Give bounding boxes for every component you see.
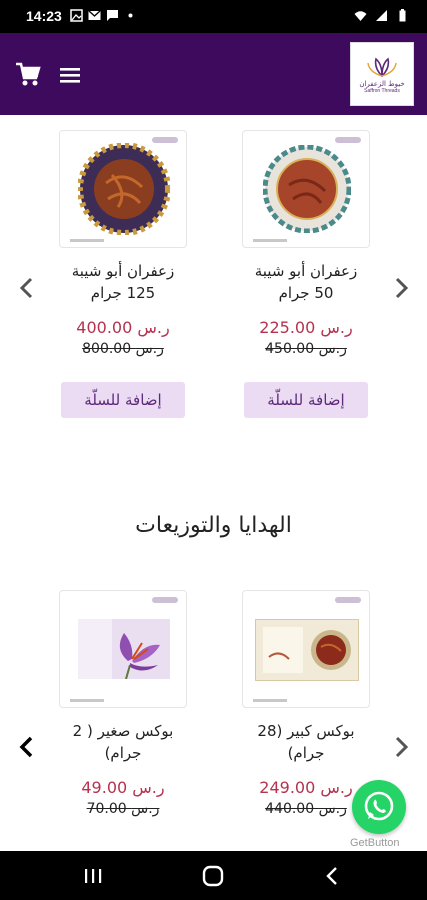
logo-text-en: Saffron Threads	[364, 88, 400, 94]
cart-icon[interactable]	[14, 61, 42, 89]
whatsapp-button[interactable]	[352, 780, 406, 834]
signal-icon	[376, 10, 387, 21]
product-name[interactable]: بوكس كبير (28 جرام)	[242, 720, 370, 764]
product-name[interactable]: زعفران أبو شيبة 50 جرام	[242, 260, 370, 304]
carousel-prev-arrow-icon[interactable]	[14, 734, 40, 760]
brand-logo[interactable]: خيوط الزعفران Saffron Threads	[350, 42, 414, 106]
product-old-price: 440.00 ر.س	[265, 801, 347, 817]
gmail-icon	[88, 10, 101, 20]
product-card[interactable]: زعفران أبو شيبة 125 جرام 400.00 ر.س 800.…	[59, 130, 187, 418]
product-price: 400.00 ر.س	[76, 318, 170, 337]
product-price: 249.00 ر.س	[259, 778, 353, 797]
product-name[interactable]: زعفران أبو شيبة 125 جرام	[59, 260, 187, 304]
product-card[interactable]: زعفران أبو شيبة 50 جرام 225.00 ر.س 450.0…	[242, 130, 370, 418]
notification-icons	[70, 9, 137, 22]
app-header: خيوط الزعفران Saffron Threads	[0, 33, 427, 115]
menu-icon[interactable]	[58, 63, 82, 87]
saffron-flower-icon	[367, 57, 397, 78]
dot-icon	[128, 13, 133, 18]
product-old-price: 70.00 ر.س	[86, 801, 160, 817]
message-icon	[107, 10, 118, 21]
add-to-cart-button[interactable]: إضافة للسلّة	[61, 382, 185, 418]
product-image[interactable]	[59, 590, 187, 708]
carousel-prev-arrow-icon[interactable]	[14, 275, 40, 301]
status-bar: 14:23	[0, 0, 427, 33]
gift-box-image	[255, 619, 359, 681]
section-title: الهدايا والتوزيعات	[135, 513, 292, 538]
image-icon	[70, 9, 83, 22]
main-content: زعفران أبو شيبة 50 جرام 225.00 ر.س 450.0…	[0, 115, 427, 851]
add-to-cart-button[interactable]: إضافة للسلّة	[244, 382, 368, 418]
saffron-plate-image	[263, 145, 351, 233]
system-nav-bar	[0, 851, 427, 900]
getbutton-label: GetButton	[350, 837, 400, 849]
home-icon[interactable]	[200, 863, 226, 889]
product-name[interactable]: بوكس صغير ( 2 جرام)	[59, 720, 187, 764]
logo-text-ar: خيوط الزعفران	[359, 80, 405, 88]
product-image[interactable]	[242, 590, 370, 708]
product-image[interactable]	[242, 130, 370, 248]
saffron-flower-box-image	[78, 619, 170, 679]
system-icons	[354, 9, 409, 22]
product-price: 49.00 ر.س	[81, 778, 165, 797]
product-image[interactable]	[59, 130, 187, 248]
battery-icon	[399, 9, 406, 22]
product-old-price: 800.00 ر.س	[82, 341, 164, 357]
carousel-next-arrow-icon[interactable]	[388, 275, 414, 301]
product-old-price: 450.00 ر.س	[265, 341, 347, 357]
wifi-icon	[354, 11, 367, 21]
product-card[interactable]: بوكس كبير (28 جرام) 249.00 ر.س 440.00 ر.…	[242, 590, 370, 817]
whatsapp-icon	[364, 791, 394, 821]
status-time: 14:23	[26, 8, 62, 24]
product-card[interactable]: بوكس صغير ( 2 جرام) 49.00 ر.س 70.00 ر.س	[59, 590, 187, 817]
recent-apps-icon[interactable]	[80, 863, 106, 889]
saffron-plate-image	[78, 143, 170, 235]
carousel-next-arrow-icon[interactable]	[388, 734, 414, 760]
product-price: 225.00 ر.س	[259, 318, 353, 337]
back-icon[interactable]	[320, 863, 346, 889]
